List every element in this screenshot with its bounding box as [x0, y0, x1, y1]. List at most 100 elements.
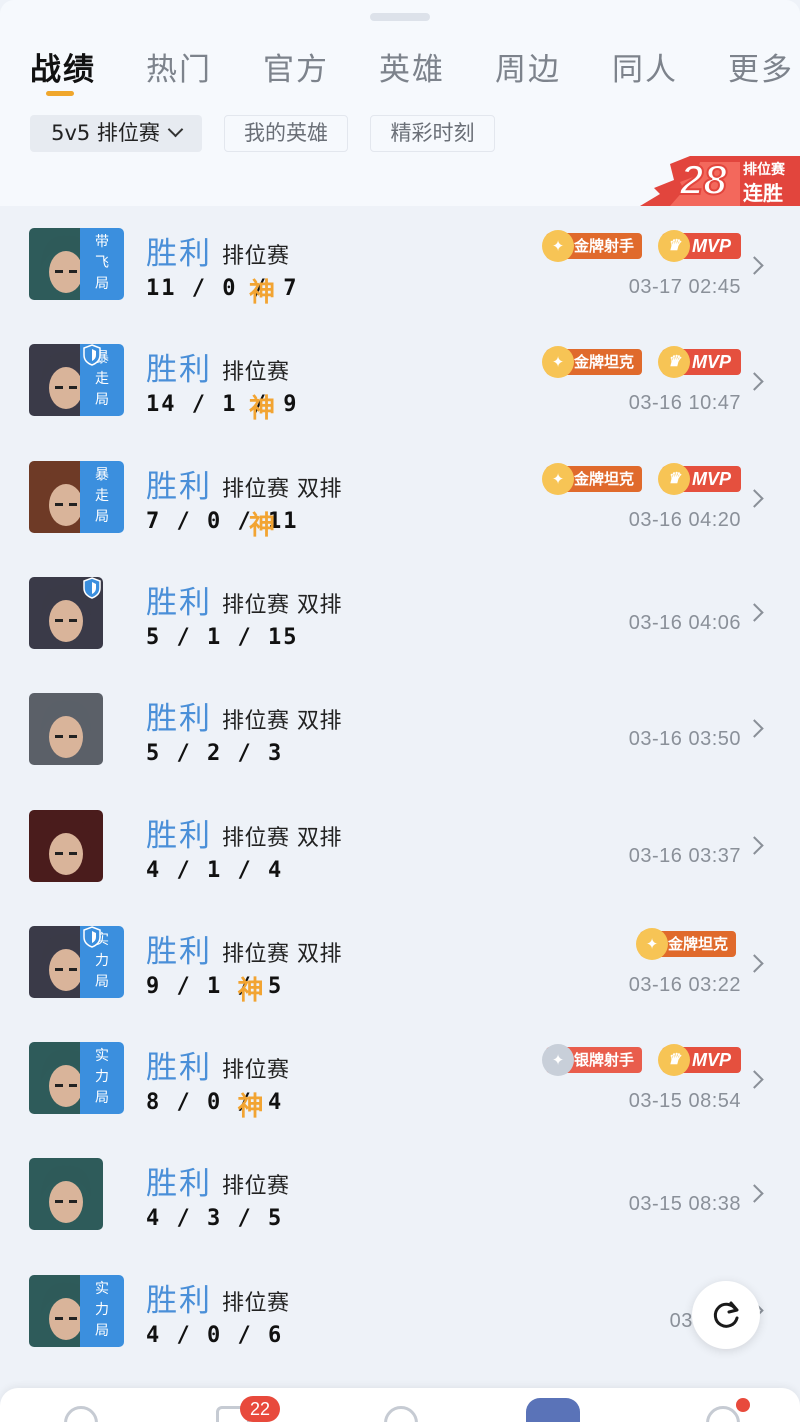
match-type-tag-char: 局: [95, 392, 109, 409]
god-mark-icon: 神: [249, 510, 276, 541]
match-type-tag-char: 力: [95, 1069, 109, 1086]
streak-label-bottom: 连胜: [743, 181, 783, 205]
match-result: 胜利: [146, 1282, 212, 1319]
tab-more[interactable]: 更多: [728, 44, 794, 89]
medal-icon: ✦: [636, 927, 668, 960]
nav-home-icon[interactable]: [64, 1406, 98, 1422]
bottom-nav: [0, 1388, 800, 1422]
match-result: 胜利: [146, 352, 212, 389]
match-mode: 排位赛: [222, 1058, 290, 1084]
match-time: 03-15 08:54: [628, 1090, 741, 1113]
mvp-badge: ♛ MVP: [658, 230, 742, 262]
medal-badge: ✦ 金牌坦克: [636, 927, 737, 960]
chevron-right-icon: [745, 719, 764, 738]
match-type-tag-char: 力: [95, 1301, 109, 1318]
match-time: 03-16 03:22: [628, 973, 741, 996]
match-type-tag: 带飞局: [80, 228, 124, 300]
mvp-badge: ♛ MVP: [658, 346, 742, 379]
match-type-tag-char: 局: [95, 1322, 109, 1339]
medal-label: 金牌坦克: [574, 353, 635, 372]
nav-profile-icon[interactable]: [706, 1406, 740, 1422]
refresh-icon: [713, 1301, 739, 1328]
match-time: 03-16 04:20: [628, 508, 741, 531]
chevron-right-icon: [745, 488, 764, 508]
match-row[interactable]: 实力局胜利 排位赛 双排 9 / 1 / 5 神 ✦ 金牌坦克 03-16 03:22: [0, 904, 800, 1020]
match-kda: 5 / 2 / 3: [146, 741, 284, 767]
match-type-tag-char: 局: [95, 276, 109, 292]
match-time: 03-16 10:47: [628, 392, 741, 415]
match-kda: 7 / 0 / 11: [146, 508, 299, 534]
highlights-filter[interactable]: 精彩时刻: [370, 115, 495, 152]
tab-record[interactable]: 战绩: [30, 44, 96, 89]
match-type-tag-char: 实: [95, 1280, 109, 1297]
medal-badge: ✦ 金牌坦克: [542, 462, 643, 495]
chevron-right-icon: [745, 954, 764, 973]
match-result: 胜利: [146, 468, 212, 505]
mode-dropdown-label: 5v5 排位赛: [51, 121, 160, 145]
tab-official[interactable]: 官方: [263, 44, 329, 89]
mvp-label: MVP: [692, 468, 732, 489]
chevron-right-icon: [745, 603, 764, 622]
tab-merch[interactable]: 周边: [495, 44, 561, 89]
chevron-right-icon: [745, 256, 764, 275]
match-mode: 排位赛: [222, 360, 290, 386]
match-row[interactable]: 胜利 排位赛 双排 5 / 1 / 15 03-16 04:06: [0, 555, 800, 671]
win-streak-banner: 28 排位赛 连胜: [640, 154, 800, 206]
match-row[interactable]: 实力局胜利排位赛4 / 0 / 603-15 0: [0, 1253, 800, 1369]
tab-fanart[interactable]: 同人: [612, 44, 678, 89]
mvp-badge: ♛ MVP: [658, 462, 742, 495]
medal-label: 金牌坦克: [668, 934, 729, 953]
match-type-tag-char: 局: [95, 508, 109, 525]
match-type-tag-char: 实: [95, 1048, 109, 1065]
match-result: 胜利: [146, 933, 212, 970]
match-time: 03-16 03:37: [628, 844, 741, 867]
match-result: 胜利: [146, 236, 212, 272]
tab-bar: 战绩 热门 官方 英雄 周边 同人 更多: [0, 44, 800, 94]
medal-icon: ✦: [542, 346, 574, 379]
match-result: 胜利: [146, 817, 212, 854]
match-row[interactable]: 胜利 排位赛 双排 4 / 1 / 4 03-16 03:37: [0, 788, 800, 904]
match-type-tag-char: 带: [95, 234, 109, 250]
match-type-tag-char: 力: [95, 952, 109, 969]
medal-badge: ✦ 银牌射手: [542, 1044, 643, 1077]
medal-icon: ✦: [542, 462, 574, 495]
match-row[interactable]: 实力局胜利 排位赛 8 / 0 / 4 神 ✦ 银牌射手 ♛ MVP 03-15 08:54: [0, 1020, 800, 1136]
sheet-grabber[interactable]: [370, 13, 430, 21]
hero-avatar: [29, 693, 103, 766]
mode-dropdown[interactable]: 5v5 排位赛: [30, 115, 202, 152]
god-mark-icon: 神: [237, 1092, 264, 1123]
tab-hot[interactable]: 热门: [146, 44, 212, 89]
match-type-tag-char: 走: [95, 487, 109, 504]
tab-hero[interactable]: 英雄: [379, 44, 445, 89]
trophy-icon: ♛: [658, 346, 690, 379]
mvp-badge: ♛ MVP: [658, 1044, 742, 1077]
match-mode: 排位赛 双排: [222, 941, 342, 967]
match-kda: 11 / 0 / 7: [146, 276, 299, 301]
match-row[interactable]: 暴走局胜利 排位赛 双排 7 / 0 / 11 神 ✦ 金牌坦克 ♛ MVP 03-16 04:…: [0, 439, 800, 555]
nav-discover-icon[interactable]: [384, 1406, 418, 1422]
my-heroes-filter[interactable]: 我的英雄: [224, 115, 348, 152]
match-mode: 排位赛: [222, 1290, 290, 1316]
match-time: 03-16 03:50: [628, 728, 741, 751]
god-mark-icon: 神: [249, 278, 276, 308]
chevron-right-icon: [745, 835, 764, 855]
match-result: 胜利: [146, 701, 212, 738]
refresh-button[interactable]: [692, 1281, 760, 1349]
trophy-icon: ♛: [658, 230, 690, 262]
match-row[interactable]: 胜利 排位赛 双排 5 / 2 / 3 03-16 03:50: [0, 671, 800, 787]
hero-avatar: [29, 809, 103, 882]
match-result: 胜利: [146, 1166, 212, 1203]
medal-badge: ✦ 金牌射手: [542, 230, 643, 262]
match-mode: 排位赛: [222, 244, 290, 269]
nav-center-avatar[interactable]: [526, 1398, 580, 1422]
message-count-badge: 22: [240, 1396, 280, 1422]
match-type-tag-char: 局: [95, 973, 109, 990]
match-row[interactable]: 胜利 排位赛 4 / 3 / 5 03-15 08:38: [0, 1136, 800, 1252]
match-row[interactable]: 暴走局胜利 排位赛 14 / 1 / 9 神 ✦ 金牌坦克 ♛ MVP 03-16 10:47: [0, 322, 800, 438]
header-panel: 战绩 热门 官方 英雄 周边 同人 更多 5v5 排位赛 我的英雄 精彩时刻 2…: [0, 0, 800, 206]
match-row[interactable]: 带飞局胜利 排位赛 11 / 0 / 7 神 ✦ 金牌射手 ♛ MVP 03-17 02:45: [0, 206, 800, 322]
trophy-icon: ♛: [658, 1044, 690, 1077]
match-kda: 5 / 1 / 15: [146, 624, 299, 650]
chevron-right-icon: [745, 1184, 764, 1204]
match-kda: 4 / 1 / 4: [146, 857, 284, 883]
